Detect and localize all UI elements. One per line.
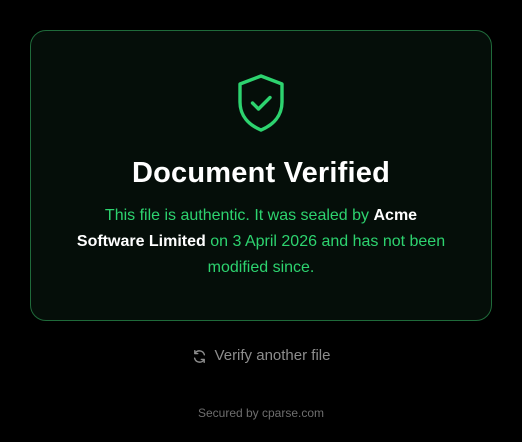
status-message: This file is authentic. It was sealed by… — [70, 203, 452, 281]
footer-secured-by: Secured by cparse.com — [197, 406, 325, 420]
verify-another-file-button[interactable]: Verify another file — [0, 344, 522, 368]
refresh-icon — [193, 349, 205, 363]
status-message-text: This file is authentic. It was sealed by — [104, 207, 374, 224]
status-message-date: on 3 April 2026 and has not been modifie… — [205, 233, 446, 276]
verification-page: Document Verified This file is authentic… — [0, 0, 522, 442]
shield-check-icon — [238, 74, 284, 132]
verify-another-file-label: Verify another file — [214, 347, 331, 364]
status-title: Document Verified — [131, 157, 390, 189]
